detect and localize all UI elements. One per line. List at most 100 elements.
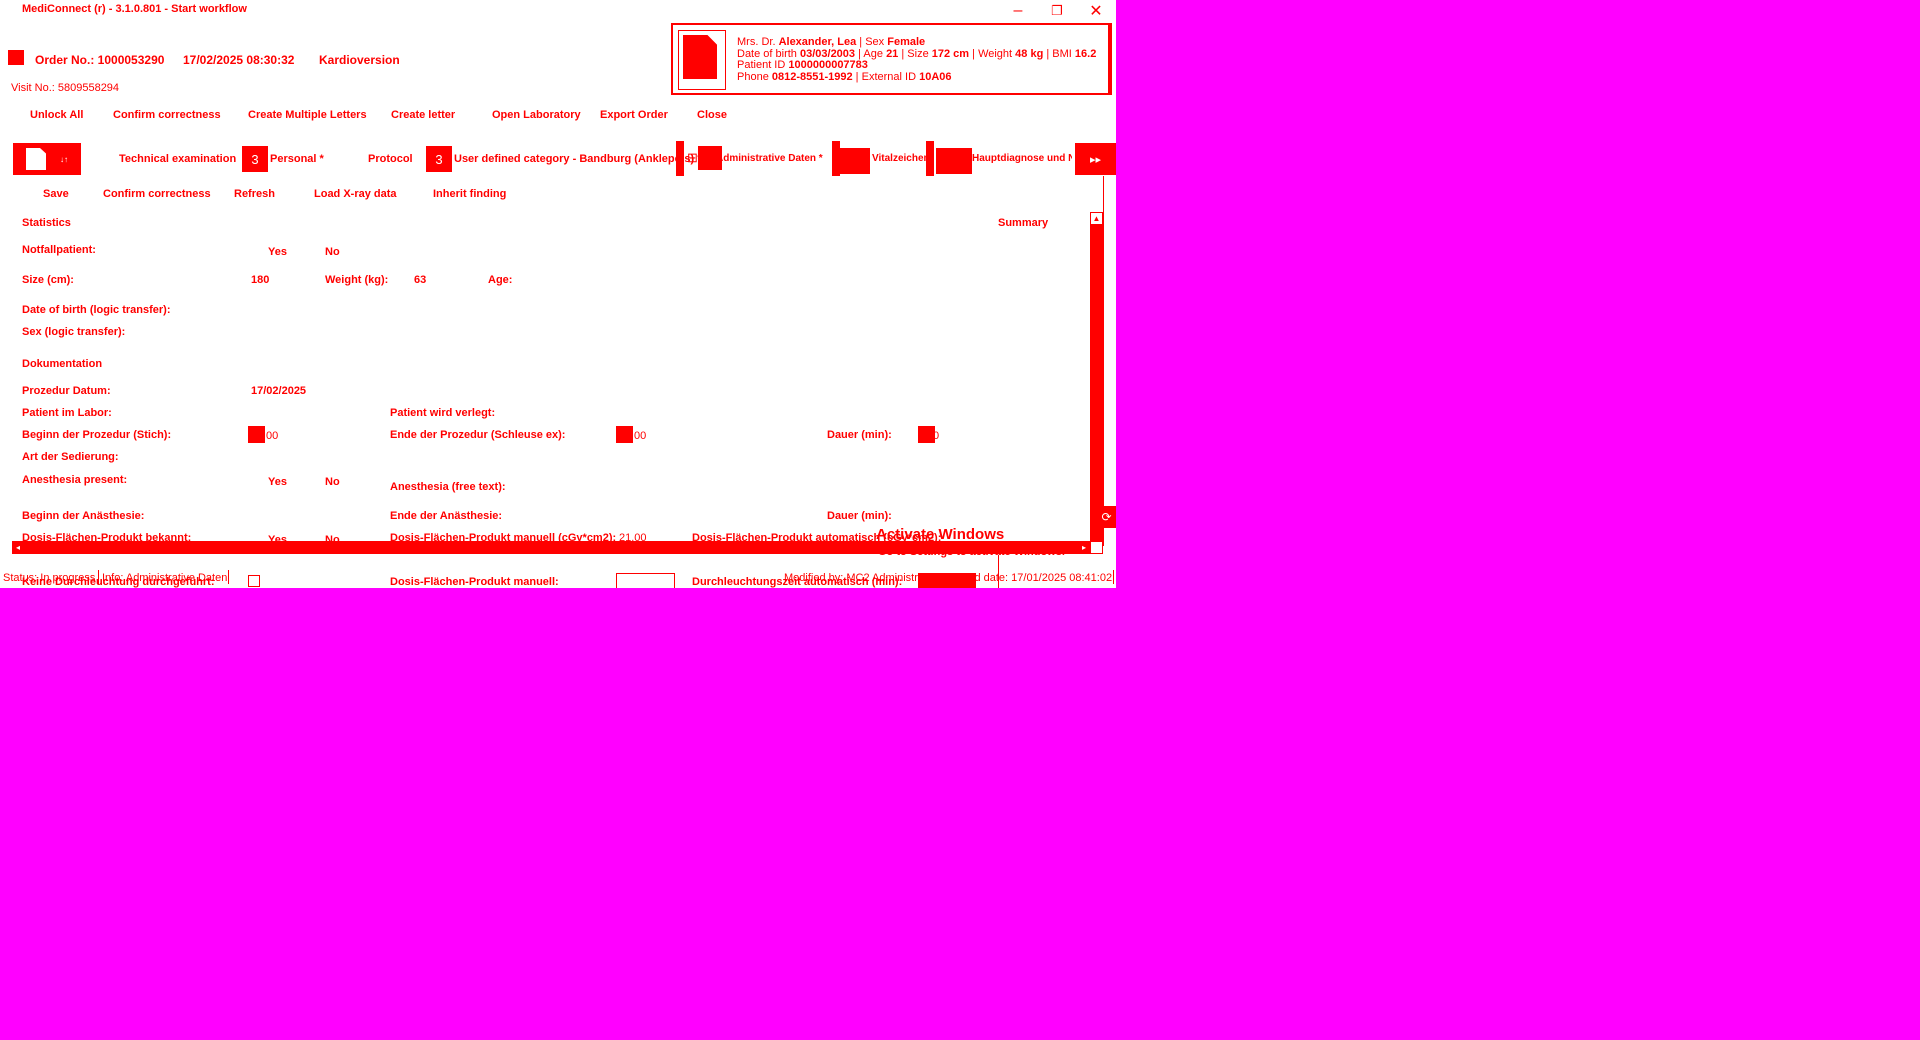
scroll-left-arrow-icon[interactable]: ◂: [16, 541, 20, 554]
window-title: MediConnect (r) - 3.1.0.801 - Start work…: [22, 3, 247, 15]
load-xray-button[interactable]: Load X-ray data: [314, 188, 397, 200]
order-datetime: 17/02/2025 08:30:32: [183, 53, 295, 67]
pid-label: Patient ID: [737, 59, 786, 71]
content-border: [1103, 176, 1104, 546]
bmi-label: BMI: [1052, 47, 1072, 60]
extid-label: External ID: [861, 70, 917, 83]
patient-id: 1000000007783: [788, 59, 868, 71]
patient-verlegt-label: Patient wird verlegt:: [390, 407, 496, 419]
dauer-label: Dauer (min):: [827, 429, 892, 441]
ende-prozedur-label: Ende der Prozedur (Schleuse ex):: [390, 429, 566, 441]
diagnosis-tab-icon: [936, 148, 972, 174]
tab-protocol[interactable]: Protocol: [368, 153, 413, 165]
tab-overview-badge: ↓↑: [60, 154, 68, 164]
prozedur-datum-value[interactable]: 17/02/2025: [251, 385, 306, 397]
confirm-correctness-sub-button[interactable]: Confirm correctness: [103, 188, 211, 200]
user-defined-tab-icon: 3: [426, 146, 452, 172]
patient-card-accent: [1108, 23, 1112, 95]
patient-external-id: 10A06: [919, 70, 952, 83]
tab-technical-examination[interactable]: Technical examination: [119, 153, 236, 165]
patient-document-icon: [683, 35, 717, 79]
grid-icon: ⊞: [687, 150, 698, 165]
vitals-tab-icon: [840, 148, 870, 174]
dob-logic-label: Date of birth (logic transfer):: [22, 304, 171, 316]
save-button[interactable]: Save: [43, 188, 69, 200]
refresh-button[interactable]: Refresh: [234, 188, 275, 200]
unlock-all-button[interactable]: Unlock All: [30, 109, 83, 121]
dfp-manual-label: Dosis-Flächen-Produkt manuell:: [390, 576, 559, 588]
visit-number: Visit No.: 5809558294: [11, 82, 120, 94]
dauer-value[interactable]: 0: [933, 430, 939, 442]
tab-overview[interactable]: ↓↑: [13, 143, 81, 175]
create-multiple-letters-button[interactable]: Create Multiple Letters: [248, 109, 367, 121]
document-icon: [26, 148, 46, 170]
anesthesia-no-option[interactable]: No: [325, 476, 340, 488]
tab-user-defined-category[interactable]: User defined category - Bandburg (Anklep…: [454, 153, 702, 165]
anesthesia-yes-option[interactable]: Yes: [268, 476, 287, 488]
beginn-time-value[interactable]: 00: [266, 430, 278, 442]
tab-administrative-daten[interactable]: Administrative Daten *: [716, 153, 823, 164]
summary-link[interactable]: Summary: [998, 217, 1048, 229]
tab-separator: [676, 141, 684, 176]
scroll-right-arrow-icon[interactable]: ▸: [1082, 541, 1086, 554]
status-divider: [228, 570, 229, 584]
scroll-up-arrow-icon[interactable]: ▲: [1090, 212, 1103, 225]
ende-time-picker[interactable]: [616, 426, 633, 443]
size-cm-value[interactable]: 180: [251, 274, 269, 286]
tab-separator: [926, 141, 934, 176]
close-window-button[interactable]: ✕: [1078, 0, 1114, 22]
keine-durchleuchtung-label: Keine Durchleuchtung durchgeführt:: [22, 576, 215, 588]
notfallpatient-label: Notfallpatient:: [22, 244, 96, 256]
side-panel-toggle-icon[interactable]: ⟳: [1097, 506, 1116, 528]
ende-time-value[interactable]: 00: [634, 430, 646, 442]
patient-name: Alexander, Lea: [778, 36, 857, 48]
notfall-no-option[interactable]: No: [325, 246, 340, 258]
anesthesia-free-text-label: Anesthesia (free text):: [390, 481, 506, 493]
more-tabs-button[interactable]: ▸▸: [1075, 143, 1116, 175]
dfp-manual-input[interactable]: [616, 573, 675, 588]
sedierung-label: Art der Sedierung:: [22, 451, 119, 463]
order-status-icon: [8, 50, 24, 65]
confirm-correctness-button[interactable]: Confirm correctness: [113, 109, 221, 121]
patient-weight: 48 kg: [1015, 47, 1044, 60]
phone-label: Phone: [737, 70, 769, 83]
open-laboratory-button[interactable]: Open Laboratory: [492, 109, 581, 121]
vertical-scrollbar[interactable]: ▲: [1090, 212, 1103, 542]
weight-label: Weight: [978, 47, 1013, 60]
size-cm-label: Size (cm):: [22, 274, 74, 286]
close-order-button[interactable]: Close: [697, 109, 727, 121]
order-number: Order No.: 1000053290: [35, 53, 165, 67]
patient-dob: 03/03/2003: [799, 47, 856, 60]
personal-tab-icon: 3: [242, 146, 268, 172]
patient-im-labor-label: Patient im Labor:: [22, 407, 112, 419]
inherit-finding-button[interactable]: Inherit finding: [433, 188, 506, 200]
sex-logic-label: Sex (logic transfer):: [22, 326, 126, 338]
patient-card[interactable]: Mrs. Dr. Alexander, Lea | Sex Female Dat…: [671, 23, 1112, 95]
prozedur-datum-label: Prozedur Datum:: [22, 385, 111, 397]
tab-personal[interactable]: Personal *: [270, 153, 324, 165]
horizontal-scrollbar[interactable]: ◂ ▸: [12, 541, 1090, 554]
export-order-button[interactable]: Export Order: [600, 109, 668, 121]
create-letter-button[interactable]: Create letter: [391, 109, 455, 121]
status-divider: [998, 555, 999, 588]
tab-vitalzeichen[interactable]: Vitalzeichen: [872, 153, 930, 164]
section-dokumentation: Dokumentation: [22, 358, 103, 370]
weight-kg-value[interactable]: 63: [414, 274, 426, 286]
minimize-button[interactable]: –: [1000, 0, 1036, 22]
durchleuchtungszeit-label: Durchleuchtungszeit automatisch (min):: [692, 576, 903, 588]
application-window: MediConnect (r) - 3.1.0.801 - Start work…: [0, 0, 1116, 588]
order-type: Kardioversion: [319, 53, 400, 67]
anesthesia-present-label: Anesthesia present:: [22, 474, 128, 486]
patient-salutation: Mrs. Dr.: [737, 36, 776, 48]
notfall-yes-option[interactable]: Yes: [268, 246, 287, 258]
patient-bmi: 16.2: [1074, 47, 1097, 60]
beginn-time-picker[interactable]: [248, 426, 265, 443]
maximize-button[interactable]: ❐: [1039, 0, 1075, 22]
age-label: Age: [863, 47, 883, 60]
age-field-label: Age:: [488, 274, 513, 286]
durchleuchtungszeit-field[interactable]: [918, 573, 976, 588]
tab-hauptdiagnose[interactable]: Hauptdiagnose und Nebendiagnose: [972, 153, 1072, 164]
scrollbar-corner: [1090, 541, 1103, 554]
status-divider: [1113, 570, 1114, 584]
keine-durchleuchtung-checkbox[interactable]: [248, 575, 260, 587]
